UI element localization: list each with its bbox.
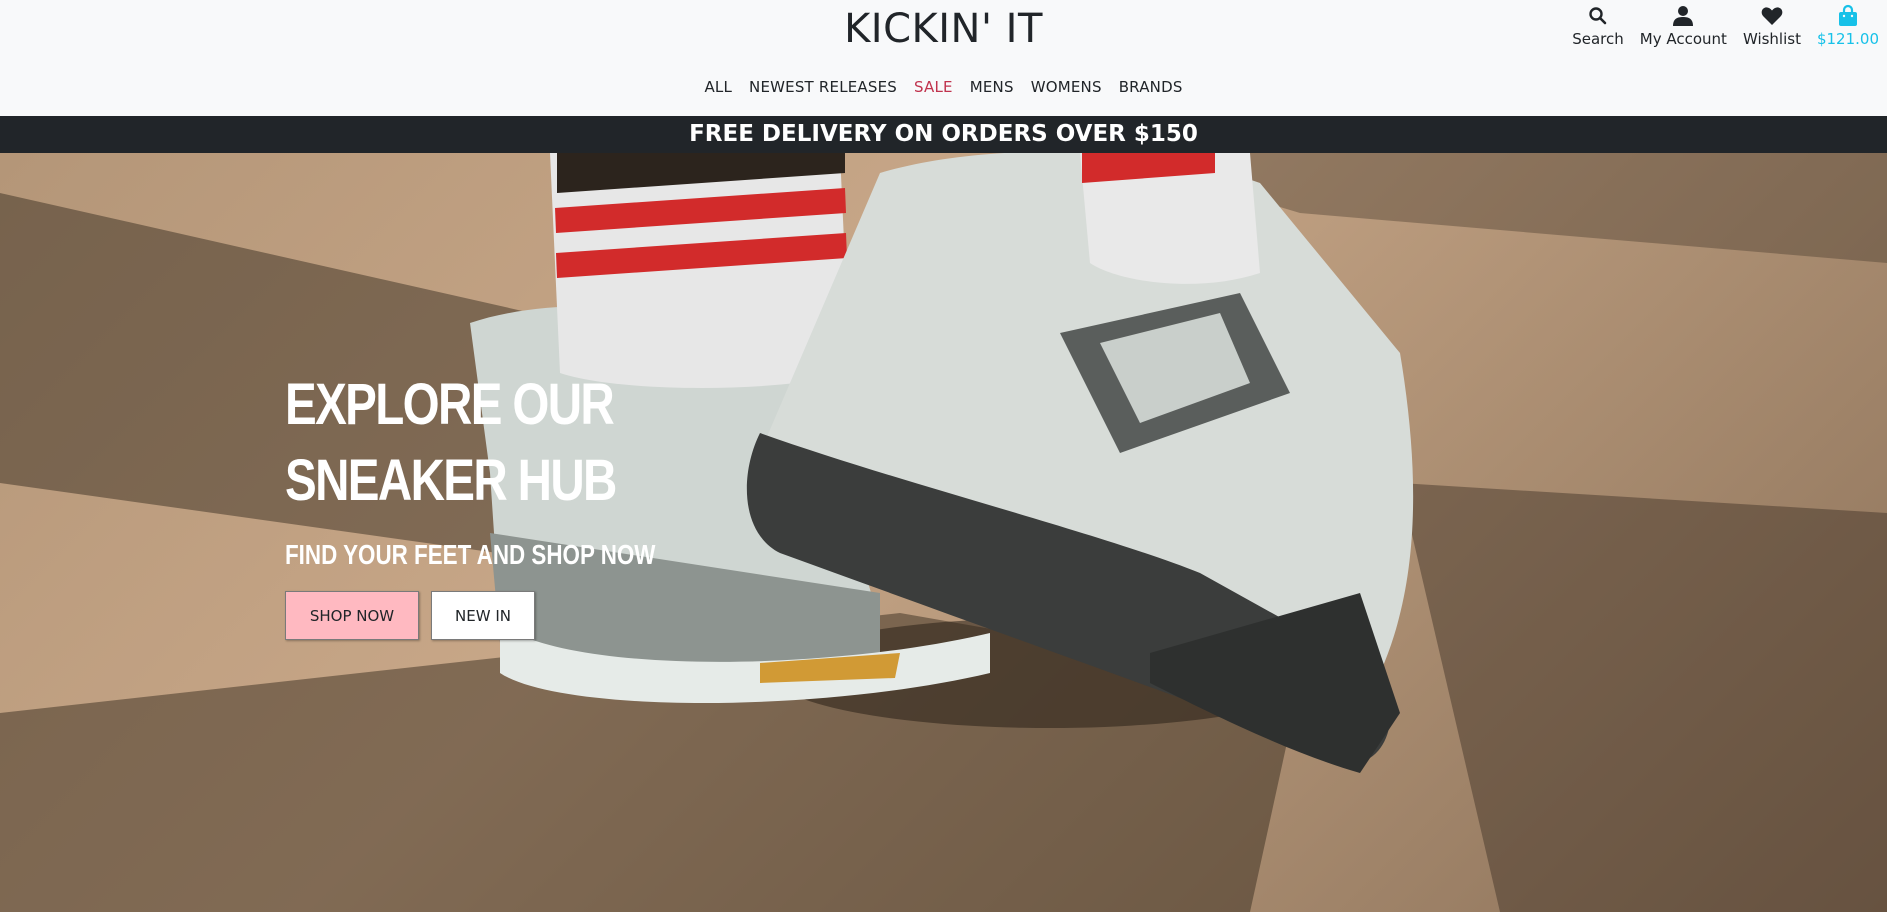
delivery-banner-text: FREE DELIVERY ON ORDERS OVER $150 bbox=[689, 121, 1198, 147]
shopping-bag-icon bbox=[1838, 4, 1857, 26]
logo-text[interactable]: KICKIN' IT bbox=[844, 6, 1043, 52]
nav-item-brands[interactable]: BRANDS bbox=[1119, 78, 1183, 96]
my-account-label: My Account bbox=[1639, 30, 1727, 48]
hero-background-image bbox=[0, 153, 1887, 912]
heart-icon bbox=[1761, 7, 1783, 25]
wishlist-link[interactable]: Wishlist bbox=[1743, 4, 1801, 48]
header-icons: Search My Account Wishlist $121.00 bbox=[1572, 4, 1879, 48]
my-account-link[interactable]: My Account bbox=[1640, 4, 1727, 48]
nav-item-sale[interactable]: SALE bbox=[914, 78, 953, 96]
hero-buttons: SHOP NOW NEW IN bbox=[285, 591, 748, 640]
nav-item-mens[interactable]: MENS bbox=[970, 78, 1014, 96]
hero-subtitle: FIND YOUR FEET AND SHOP NOW bbox=[285, 539, 656, 570]
site-header: KICKIN' IT Search My Account Wishlist $1… bbox=[0, 0, 1887, 116]
new-in-button[interactable]: NEW IN bbox=[431, 591, 535, 640]
hero-title: EXPLORE OUR SNEAKER HUB bbox=[285, 367, 665, 519]
bag-total: $121.00 bbox=[1816, 30, 1879, 48]
hero-text-block: EXPLORE OUR SNEAKER HUB FIND YOUR FEET A… bbox=[285, 367, 748, 640]
hero-title-line-2: SNEAKER HUB bbox=[285, 448, 617, 513]
delivery-banner: FREE DELIVERY ON ORDERS OVER $150 bbox=[0, 116, 1887, 153]
user-icon bbox=[1673, 6, 1694, 26]
main-nav: ALL NEWEST RELEASES SALE MENS WOMENS BRA… bbox=[0, 78, 1887, 96]
search-link[interactable]: Search bbox=[1572, 4, 1624, 48]
search-label: Search bbox=[1572, 30, 1624, 48]
wishlist-label: Wishlist bbox=[1742, 30, 1801, 48]
nav-item-all[interactable]: ALL bbox=[704, 78, 732, 96]
hero-title-line-1: EXPLORE OUR bbox=[285, 372, 615, 437]
nav-item-newest-releases[interactable]: NEWEST RELEASES bbox=[749, 78, 897, 96]
nav-item-womens[interactable]: WOMENS bbox=[1031, 78, 1102, 96]
shop-now-button[interactable]: SHOP NOW bbox=[285, 591, 419, 640]
hero-section: EXPLORE OUR SNEAKER HUB FIND YOUR FEET A… bbox=[0, 153, 1887, 912]
search-icon bbox=[1589, 7, 1607, 25]
shopping-bag-link[interactable]: $121.00 bbox=[1817, 4, 1879, 48]
